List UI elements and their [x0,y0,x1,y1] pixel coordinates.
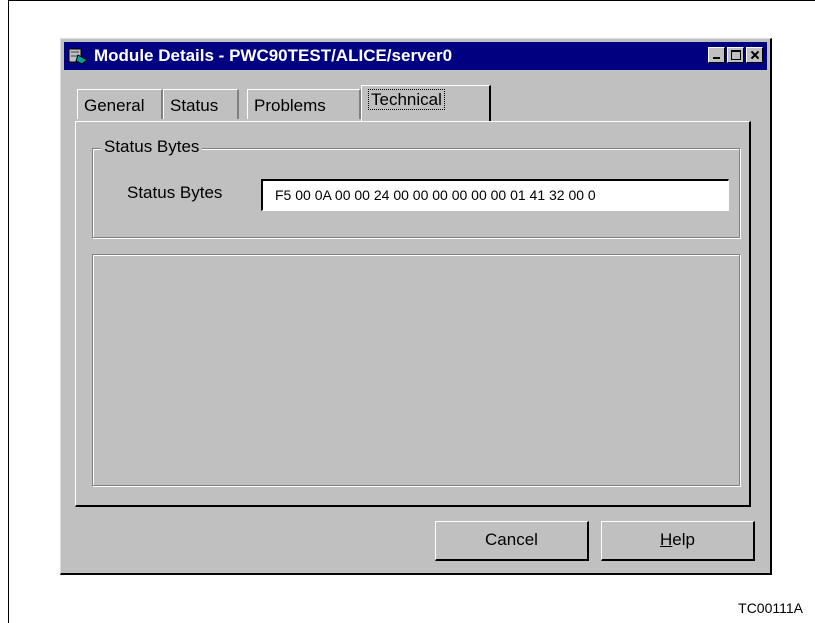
tab-technical-label: Technical [368,89,445,110]
tab-general-label: General [84,96,145,115]
tab-general[interactable]: General [77,89,163,119]
tab-status[interactable]: Status [163,89,239,119]
status-bytes-group-legend: Status Bytes [101,137,203,157]
module-details-window: Module Details - PWC90TEST/ALICE/server0… [60,38,772,575]
help-button[interactable]: Help [601,521,755,561]
tab-problems[interactable]: Problems [247,89,361,119]
minimize-button[interactable] [708,47,725,63]
figure-border-top [8,0,815,1]
window-title: Module Details - PWC90TEST/ALICE/server0 [94,46,453,65]
tab-status-label: Status [170,96,219,115]
figure-caption: TC00111A [738,600,803,616]
tab-technical[interactable]: Technical [361,85,491,121]
status-bytes-group: Status Bytes Status Bytes F5 00 0A 00 00… [92,137,740,238]
tab-problems-label: Problems [254,96,326,115]
cancel-button[interactable]: Cancel [435,521,589,561]
module-icon[interactable] [68,47,88,65]
status-bytes-field[interactable]: F5 00 0A 00 00 24 00 00 00 00 00 00 01 4… [261,179,729,211]
status-bytes-label: Status Bytes [127,183,223,202]
details-area [92,254,740,486]
close-button[interactable] [746,47,763,63]
title-bar[interactable]: Module Details - PWC90TEST/ALICE/server0 [64,42,767,70]
technical-panel: Status Bytes Status Bytes F5 00 0A 00 00… [75,121,751,507]
help-button-label: elp [672,530,695,549]
maximize-button[interactable] [727,47,744,63]
cancel-button-label: Cancel [485,530,538,549]
figure-border-left [8,0,9,623]
help-button-mnemonic: H [660,530,673,549]
title-buttons [706,47,763,63]
